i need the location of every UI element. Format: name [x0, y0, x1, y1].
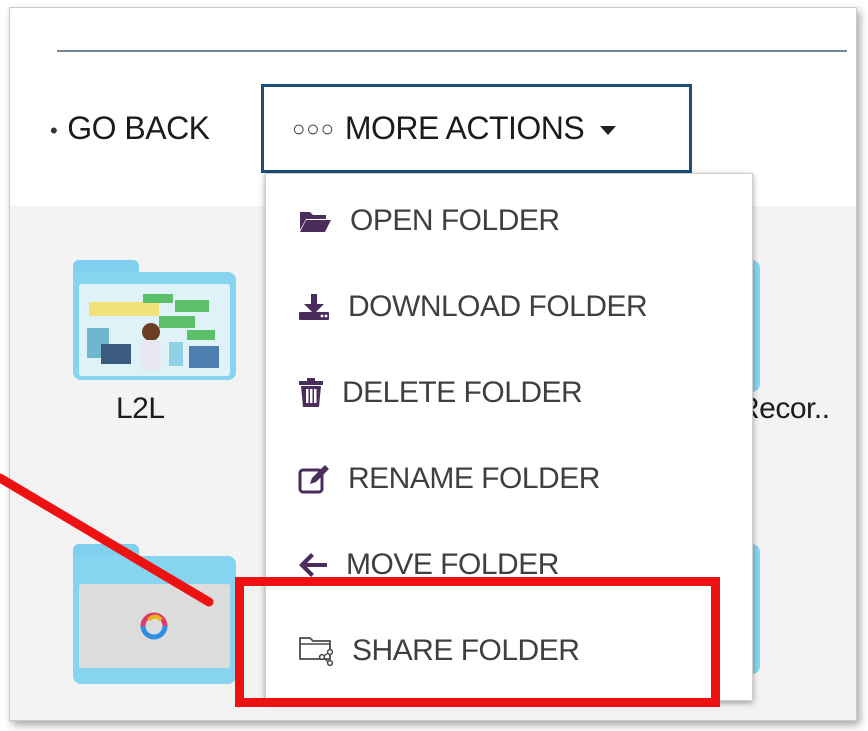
- download-icon: [299, 294, 329, 320]
- header-divider: [57, 50, 847, 52]
- trash-icon: [299, 378, 323, 407]
- bullet-icon: •: [50, 117, 58, 143]
- folder-open-icon: [300, 212, 331, 232]
- menu-item-label: MOVE FOLDER: [346, 548, 559, 581]
- menu-item-delete-folder[interactable]: DELETE FOLDER: [266, 360, 752, 426]
- menu-item-label: DELETE FOLDER: [342, 376, 583, 409]
- folder-tile-logo[interactable]: [73, 544, 236, 684]
- menu-item-open-folder[interactable]: OPEN FOLDER: [266, 188, 752, 254]
- toolbar: • GO BACK ○○○ MORE ACTIONS: [10, 84, 856, 186]
- menu-item-rename-folder[interactable]: RENAME FOLDER: [266, 446, 752, 512]
- menu-item-label: DOWNLOAD FOLDER: [348, 290, 648, 323]
- menu-item-label: SHARE FOLDER: [352, 634, 580, 667]
- edit-icon: [298, 465, 329, 494]
- chevron-down-icon: [600, 126, 617, 135]
- more-actions-button[interactable]: ○○○ MORE ACTIONS: [261, 84, 692, 173]
- more-actions-label: MORE ACTIONS: [344, 110, 585, 146]
- menu-item-share-folder[interactable]: SHARE FOLDER: [266, 618, 752, 684]
- folder-thumbnail: [79, 584, 230, 668]
- more-dots-icon: ○○○: [292, 115, 335, 141]
- logo-icon: [79, 584, 230, 668]
- menu-item-label: OPEN FOLDER: [350, 204, 560, 237]
- share-folder-icon: [299, 637, 334, 667]
- more-actions-menu: OPEN FOLDER DOWNLOAD FOLDER DELETE FOLDE…: [265, 173, 753, 701]
- menu-item-label: RENAME FOLDER: [348, 462, 600, 495]
- arrow-left-icon: [299, 553, 327, 577]
- app-window: L2L Recor.. • GO BACK ○○○ MORE ACTIONS O…: [9, 7, 857, 721]
- folder-thumbnail: [79, 284, 230, 376]
- menu-item-download-folder[interactable]: DOWNLOAD FOLDER: [266, 274, 752, 340]
- folder-tile-l2l[interactable]: [73, 260, 236, 380]
- go-back-button[interactable]: • GO BACK: [50, 110, 210, 147]
- menu-item-move-folder[interactable]: MOVE FOLDER: [266, 532, 752, 598]
- go-back-label: GO BACK: [67, 110, 210, 146]
- folder-name: L2L: [116, 392, 165, 425]
